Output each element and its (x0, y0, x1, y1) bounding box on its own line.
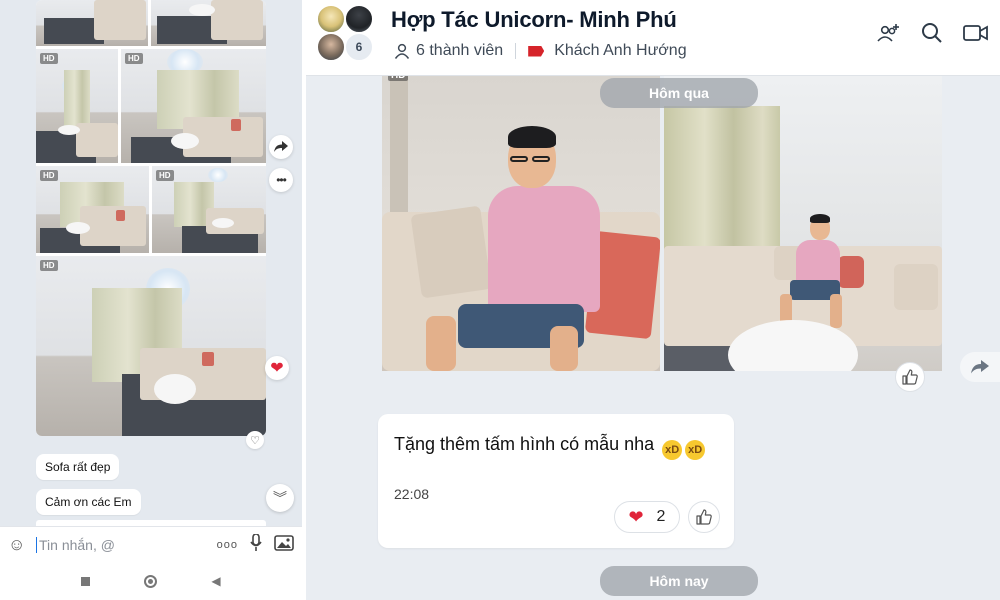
photo-gallery[interactable]: HD HD HD HD HD (36, 0, 266, 436)
like-button[interactable] (895, 362, 925, 392)
conversation-header: 6 Hợp Tác Unicorn- Minh Phú 6 thành viên… (306, 0, 1000, 76)
forward-button[interactable] (269, 135, 293, 159)
message-time: 22:08 (394, 486, 430, 502)
circle-nav-icon[interactable] (144, 574, 158, 588)
rofl-emoji-icon: xD (662, 440, 683, 460)
date-separator: Hôm qua (600, 78, 758, 108)
text-caret (36, 536, 37, 553)
gallery-photo[interactable] (36, 0, 148, 46)
hd-badge: HD (388, 76, 409, 81)
gallery-photo[interactable] (151, 0, 266, 46)
photo-message[interactable]: HD (382, 76, 942, 371)
hd-badge: HD (40, 170, 58, 181)
phone-chat-panel: HD HD HD HD HD ••• ❤ ♡ Sofa rất đẹp Cảm … (0, 0, 302, 600)
avatar (316, 32, 346, 62)
thumbs-up-icon (696, 509, 712, 525)
message-input[interactable]: Tin nhắn, @ (39, 537, 205, 553)
heart-outline-icon: ♡ (250, 434, 260, 447)
video-call-button[interactable] (963, 20, 989, 46)
scroll-to-bottom-button[interactable]: ︾ (266, 484, 294, 512)
chat-photo[interactable] (664, 76, 942, 371)
message-bubble[interactable]: Sofa rất đẹp (36, 454, 120, 480)
gallery-photo[interactable]: HD (36, 166, 149, 253)
avatar (316, 4, 346, 34)
react-button[interactable]: ♡ (246, 431, 264, 449)
search-icon (922, 23, 942, 43)
search-button[interactable] (919, 20, 945, 46)
divider (515, 43, 517, 59)
add-member-icon (877, 24, 899, 42)
reaction-count: 2 (656, 508, 666, 525)
message-text: Sofa rất đẹp (45, 460, 111, 474)
conversation-subtitle: 6 thành viên Khách Anh Hướng (394, 42, 687, 60)
date-separator-label: Hôm nay (649, 573, 709, 589)
more-options-button[interactable]: ••• (269, 168, 293, 192)
desktop-chat-window: 6 Hợp Tác Unicorn- Minh Phú 6 thành viên… (306, 0, 1000, 600)
group-avatar[interactable]: 6 (316, 4, 380, 64)
message-bubble[interactable]: Cảm ơn các Em (36, 489, 141, 515)
reaction-summary[interactable]: ❤ 2 (614, 501, 680, 533)
tag-icon (528, 45, 545, 57)
rofl-emoji-icon: xD (685, 440, 706, 460)
heart-icon: ❤ (628, 507, 644, 527)
android-nav-bar: ◀ (0, 562, 302, 600)
thumbs-up-icon (902, 369, 918, 385)
triangle-back-icon[interactable]: ◀ (211, 574, 220, 588)
gallery-photo[interactable]: HD (152, 166, 266, 253)
date-separator: Hôm nay (600, 566, 758, 596)
gallery-photo[interactable]: HD (36, 256, 266, 436)
conversation-title[interactable]: Hợp Tác Unicorn- Minh Phú (391, 7, 677, 33)
hd-badge: HD (40, 260, 58, 271)
video-call-icon (963, 25, 988, 41)
more-dots-icon[interactable]: ooo (217, 539, 238, 551)
message-text: Cảm ơn các Em (45, 495, 132, 509)
tag-label[interactable]: Khách Anh Hướng (554, 42, 686, 60)
person-icon (394, 43, 410, 59)
avatar (344, 4, 374, 34)
mic-icon[interactable] (250, 532, 262, 556)
like-button[interactable] (688, 501, 720, 533)
heart-icon: ❤ (270, 360, 284, 377)
hd-badge: HD (40, 53, 58, 64)
chevron-double-down-icon: ︾ (273, 490, 287, 506)
emoji-icon[interactable]: ☺ (8, 535, 30, 555)
square-nav-icon[interactable] (81, 576, 91, 586)
app-root: HD HD HD HD HD ••• ❤ ♡ Sofa rất đẹp Cảm … (0, 0, 1000, 600)
message-list: HD (306, 76, 1000, 600)
message-text-content: Tặng thêm tấm hình có mẫu nha (394, 434, 655, 454)
heart-reaction-button[interactable]: ❤ (265, 356, 289, 380)
share-arrow-icon (274, 141, 288, 152)
members-label[interactable]: 6 thành viên (416, 42, 503, 60)
forward-button[interactable] (960, 352, 1000, 382)
image-icon[interactable] (274, 534, 294, 555)
hd-badge: HD (125, 53, 143, 64)
share-arrow-icon (971, 360, 989, 374)
more-dots-icon: ••• (276, 173, 287, 187)
chat-photo[interactable]: HD (382, 76, 660, 371)
member-count-badge: 6 (344, 32, 374, 62)
date-separator-label: Hôm qua (649, 85, 709, 101)
message-composer: ☺ Tin nhắn, @ ooo (0, 526, 302, 562)
gallery-photo[interactable]: HD (121, 49, 266, 163)
add-member-button[interactable] (876, 20, 902, 46)
message-bubble[interactable]: Tặng thêm tấm hình có mẫu nha xD xD 22:08… (378, 414, 734, 548)
gallery-photo[interactable]: HD (36, 49, 118, 163)
hd-badge: HD (156, 170, 174, 181)
message-text: Tặng thêm tấm hình có mẫu nha xD xD (394, 434, 706, 460)
